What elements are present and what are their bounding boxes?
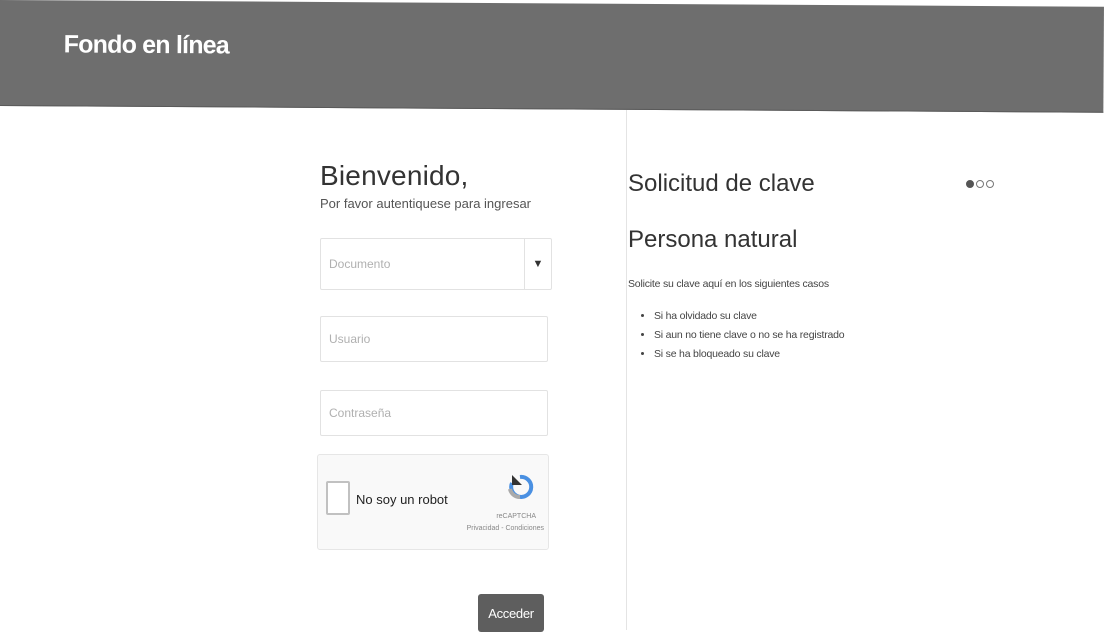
top-header: Fondo en línea <box>0 0 1104 113</box>
password-input[interactable] <box>321 391 517 435</box>
carousel-dot[interactable] <box>966 180 974 188</box>
list-item: Si ha olvidado su clave <box>654 310 1008 322</box>
login-button[interactable]: Acceder <box>478 594 544 632</box>
brand-title[interactable]: Fondo en línea <box>64 30 229 60</box>
document-type-input[interactable] <box>321 239 517 289</box>
document-type-select[interactable]: ▼ <box>320 238 552 290</box>
welcome-subtitle: Por favor autentiquese para ingresar <box>320 196 532 211</box>
user-input[interactable] <box>321 317 517 361</box>
carousel-dot[interactable] <box>976 180 984 188</box>
user-field[interactable] <box>320 316 548 362</box>
recaptcha-logo-icon <box>508 474 534 499</box>
welcome-title: Bienvenido, <box>320 160 469 191</box>
recaptcha-widget: No soy un robot reCAPTCHA Privacidad - C… <box>317 454 549 550</box>
info-panel: Solicitud de clave Persona natural Solic… <box>628 170 1008 367</box>
dropdown-arrow-icon[interactable]: ▼ <box>524 239 551 289</box>
recaptcha-label: No soy un robot <box>356 492 448 507</box>
list-item: Si se ha bloqueado su clave <box>654 348 1008 360</box>
recaptcha-links[interactable]: Privacidad - Condiciones <box>467 525 544 532</box>
login-panel: Bienvenido, Por favor autentiquese para … <box>317 160 552 632</box>
list-item: Si aun no tiene clave o no se ha registr… <box>654 329 1008 341</box>
info-subtitle: Persona natural <box>628 226 798 253</box>
recaptcha-checkbox[interactable] <box>326 481 350 515</box>
info-case-list: Si ha olvidado su clave Si aun no tiene … <box>628 310 1008 360</box>
info-intro: Solicite su clave aquí en los siguientes… <box>628 278 829 290</box>
carousel-dot[interactable] <box>986 180 994 188</box>
info-title: Solicitud de clave <box>628 170 815 197</box>
password-field[interactable] <box>320 390 548 436</box>
recaptcha-brand: reCAPTCHA <box>496 513 536 520</box>
carousel-dots <box>966 180 994 188</box>
column-divider <box>626 110 627 630</box>
